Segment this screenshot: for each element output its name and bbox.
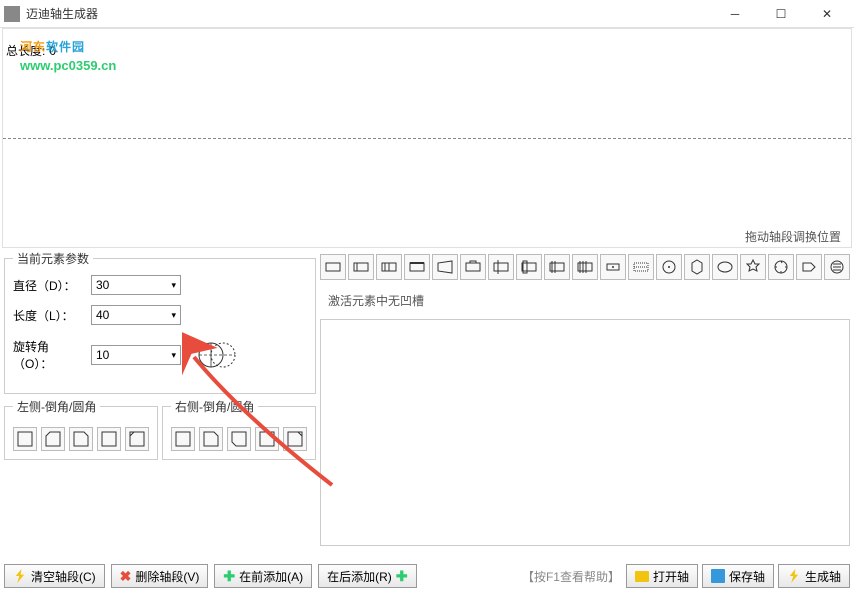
- seg-type-5[interactable]: [432, 254, 458, 280]
- delete-segment-button[interactable]: ✖删除轴段(V): [111, 564, 209, 588]
- open-shaft-button[interactable]: 打开轴: [626, 564, 698, 588]
- seg-type-19[interactable]: [824, 254, 850, 280]
- params-fieldset: 当前元素参数 直径（D）： 30▾ 长度（L）： 40▾ 旋转角（O）：: [4, 250, 316, 394]
- length-combo[interactable]: 40▾: [91, 305, 181, 325]
- folder-icon: [635, 571, 649, 582]
- left-chamfer-opt-5[interactable]: [125, 427, 149, 451]
- maximize-button[interactable]: ☐: [758, 0, 804, 28]
- seg-type-17[interactable]: [768, 254, 794, 280]
- clear-segments-button[interactable]: 清空轴段(C): [4, 564, 105, 588]
- rotation-label: 旋转角（O）：: [13, 338, 83, 372]
- seg-type-16[interactable]: [740, 254, 766, 280]
- seg-type-12[interactable]: [628, 254, 654, 280]
- drag-hint: 拖动轴段调换位置: [745, 228, 841, 245]
- minimize-button[interactable]: ─: [712, 0, 758, 28]
- seg-type-2[interactable]: [348, 254, 374, 280]
- left-chamfer-fieldset: 左侧-倒角/圆角: [4, 398, 158, 460]
- left-chamfer-opt-1[interactable]: [13, 427, 37, 451]
- chevron-down-icon: ▾: [171, 280, 176, 291]
- right-chamfer-opt-3[interactable]: [227, 427, 251, 451]
- plus-icon: ✚: [223, 568, 235, 585]
- left-chamfer-opt-3[interactable]: [69, 427, 93, 451]
- diameter-combo[interactable]: 30▾: [91, 275, 181, 295]
- chevron-down-icon: ▾: [171, 350, 176, 361]
- lightning-icon: [13, 569, 27, 583]
- seg-type-14[interactable]: [684, 254, 710, 280]
- seg-type-18[interactable]: [796, 254, 822, 280]
- right-chamfer-opt-4[interactable]: [255, 427, 279, 451]
- seg-type-4[interactable]: [404, 254, 430, 280]
- seg-type-1[interactable]: [320, 254, 346, 280]
- rotation-diagram-icon: [193, 335, 241, 375]
- left-chamfer-opt-2[interactable]: [41, 427, 65, 451]
- seg-type-11[interactable]: [600, 254, 626, 280]
- seg-type-7[interactable]: [488, 254, 514, 280]
- left-chamfer-opt-4[interactable]: [97, 427, 121, 451]
- left-chamfer-legend: 左侧-倒角/圆角: [13, 398, 100, 415]
- slot-area: [320, 319, 850, 546]
- total-length-label: 总长度: 0: [6, 42, 56, 59]
- seg-type-10[interactable]: [572, 254, 598, 280]
- diameter-label: 直径（D）：: [13, 277, 83, 294]
- right-chamfer-opt-5[interactable]: [283, 427, 307, 451]
- seg-type-15[interactable]: [712, 254, 738, 280]
- seg-type-9[interactable]: [544, 254, 570, 280]
- close-button[interactable]: ✕: [804, 0, 850, 28]
- segment-type-toolbar: [320, 250, 850, 284]
- axis-centerline: [3, 138, 851, 139]
- right-chamfer-legend: 右侧-倒角/圆角: [171, 398, 258, 415]
- slot-hint: 激活元素中无凹槽: [320, 284, 850, 317]
- preview-canvas[interactable]: 拖动轴段调换位置: [2, 28, 852, 248]
- right-chamfer-fieldset: 右侧-倒角/圆角: [162, 398, 316, 460]
- seg-type-13[interactable]: [656, 254, 682, 280]
- seg-type-6[interactable]: [460, 254, 486, 280]
- length-label: 长度（L）：: [13, 307, 83, 324]
- seg-type-8[interactable]: [516, 254, 542, 280]
- plus-icon: ✚: [396, 568, 408, 585]
- right-chamfer-opt-1[interactable]: [171, 427, 195, 451]
- app-icon: [4, 6, 20, 22]
- window-title: 迈迪轴生成器: [26, 5, 712, 22]
- lightning-icon: [787, 569, 801, 583]
- add-before-button[interactable]: ✚在前添加(A): [214, 564, 312, 588]
- chevron-down-icon: ▾: [171, 310, 176, 321]
- right-chamfer-opt-2[interactable]: [199, 427, 223, 451]
- add-after-button[interactable]: 在后添加(R)✚: [318, 564, 416, 588]
- help-hint: 【按F1查看帮助】: [522, 568, 620, 585]
- params-legend: 当前元素参数: [13, 250, 93, 267]
- delete-icon: ✖: [120, 568, 132, 585]
- generate-shaft-button[interactable]: 生成轴: [778, 564, 850, 588]
- seg-type-3[interactable]: [376, 254, 402, 280]
- save-icon: [711, 569, 725, 583]
- rotation-combo[interactable]: 10▾: [91, 345, 181, 365]
- save-shaft-button[interactable]: 保存轴: [702, 564, 774, 588]
